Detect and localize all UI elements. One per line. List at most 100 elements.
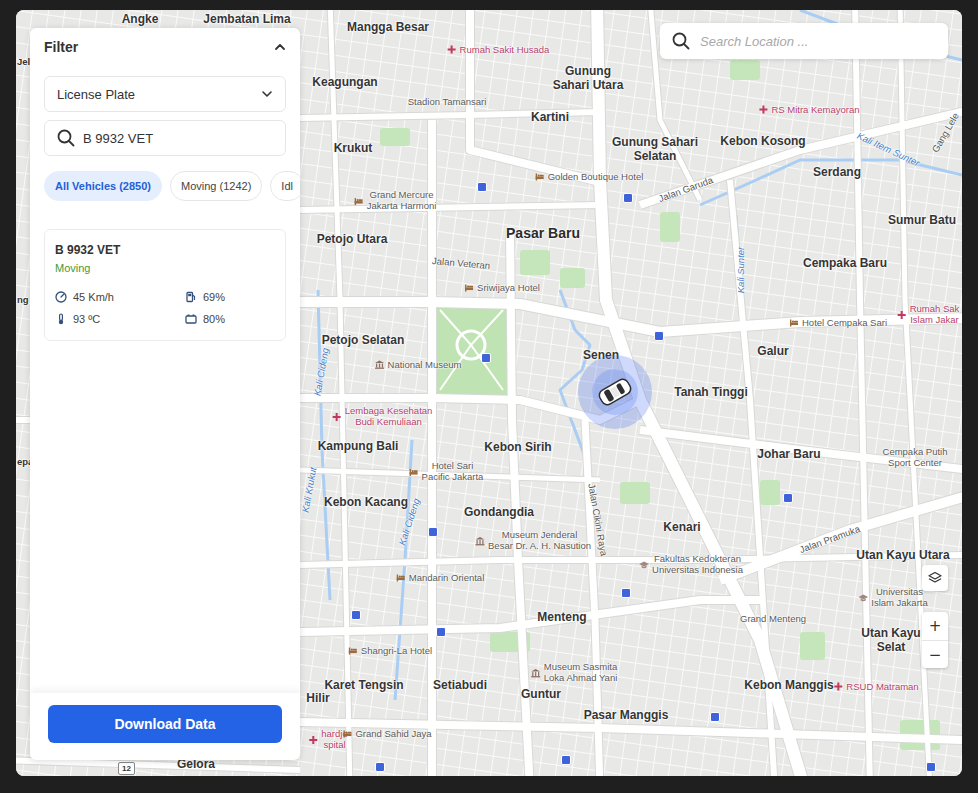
status-chip[interactable]: Idl (270, 171, 300, 201)
status-chips: All Vehicles (2850) Moving (1242) Idl (44, 171, 300, 201)
map-label: Karet Tengsin (324, 679, 403, 693)
layers-button[interactable] (922, 565, 948, 591)
status-chip[interactable]: Moving (1242) (170, 171, 262, 201)
road (470, 10, 600, 182)
park (730, 60, 760, 80)
transit-stop-icon[interactable] (654, 331, 664, 341)
road-casing (855, 10, 870, 776)
transit-stop-icon[interactable] (621, 588, 631, 598)
vehicle-card[interactable]: B 9932 VETMoving45 Km/h69%93 ºC80% (44, 229, 286, 341)
map-label: Petojo Utara (317, 233, 388, 247)
map-label: Jembatan Lima (203, 13, 290, 27)
transit-stop-icon[interactable] (477, 182, 487, 192)
vehicle-marker[interactable] (578, 355, 652, 429)
map-label: RSUD Matraman (833, 682, 918, 693)
filter-panel: Filter License Plate B 9932 VET All Vehicle… (30, 28, 300, 760)
filter-field-select[interactable]: License Plate (44, 76, 286, 112)
download-button[interactable]: Download Data (48, 705, 282, 743)
hotel-icon (409, 467, 419, 477)
hospital-icon (833, 682, 843, 692)
transit-stop-icon[interactable] (481, 353, 491, 363)
map-label: ng (17, 295, 29, 306)
map-label: Gondangdia (464, 506, 534, 520)
map-label: Kartini (531, 111, 569, 125)
park (380, 128, 410, 146)
map-label: hardjospital (308, 729, 347, 751)
speedometer-icon (55, 291, 67, 303)
map-label: UniversitasIslam Jakarta (858, 587, 928, 609)
road-casing (597, 10, 805, 776)
thermometer-icon (55, 313, 67, 325)
transit-stop-icon[interactable] (436, 627, 446, 637)
route-shield: 12 (118, 762, 135, 775)
road (330, 10, 350, 776)
page: Jembatan Lima Angke Mangga Besar Rumah Saki… (0, 0, 978, 793)
road (300, 205, 600, 210)
layers-icon (928, 571, 942, 585)
transit-stop-icon[interactable] (428, 527, 438, 537)
map-label: Kebon Manggis (744, 679, 833, 693)
road-casing (330, 10, 350, 776)
road (640, 110, 962, 205)
hospital-icon (447, 45, 457, 55)
map-label: Hilir (306, 692, 329, 706)
battery-icon (185, 313, 197, 325)
map-label: Museum SasmitaLoka Ahmad Yani (531, 662, 618, 684)
road-casing (640, 110, 962, 205)
transit-stop-icon[interactable] (351, 610, 361, 620)
map-label: Kebon Kacang (324, 496, 408, 510)
map-label: Mangga Besar (347, 21, 429, 35)
zoom-control: +− (922, 612, 948, 668)
transit-stop-icon[interactable] (561, 755, 571, 765)
hospital-icon (758, 105, 768, 115)
hotel-icon (342, 729, 352, 739)
map-label: Hotel SariPacific Jakarta (409, 461, 484, 483)
road-casing (300, 205, 600, 210)
map-label: Cempaka PutihSport Center (883, 447, 948, 469)
plate-search-input[interactable]: B 9932 VET (44, 120, 286, 156)
map-label: GunungSahari Utara (553, 65, 624, 93)
hospital-icon (897, 310, 907, 320)
school-icon (858, 593, 868, 603)
map-label: Shangri-La Hotel (348, 646, 432, 657)
zoom-in-button[interactable]: + (922, 612, 948, 640)
river (395, 440, 412, 700)
transit-stop-icon[interactable] (783, 493, 793, 503)
zoom-out-button[interactable]: − (922, 640, 948, 668)
park (560, 268, 585, 288)
road-casing (585, 420, 600, 776)
map-label: Johar Baru (757, 448, 820, 462)
transit-stop-icon[interactable] (623, 193, 633, 203)
map-label: Grand Sahid Jaya (342, 729, 431, 740)
map-label: RS Mitra Kemayoran (758, 105, 859, 116)
fuel-icon (185, 291, 197, 303)
map[interactable]: Jembatan Lima Angke Mangga Besar Rumah Saki… (16, 10, 962, 776)
map-label: Gunung SahariSelatan (612, 136, 698, 164)
transit-stop-icon[interactable] (375, 762, 385, 772)
transit-stop-icon[interactable] (926, 762, 936, 772)
speed-stat: 45 Km/h (55, 288, 185, 306)
park (620, 482, 650, 504)
map-label: Kali Sunter (736, 247, 747, 293)
map-label: Menteng (537, 611, 586, 625)
map-label: Grand Menteng (740, 614, 806, 625)
transit-stop-icon[interactable] (710, 712, 720, 722)
battery-stat: 80% (185, 310, 275, 328)
map-label: Petojo Selatan (322, 334, 405, 348)
map-label: Gelora (177, 758, 215, 772)
map-label: Pasar Baru (506, 225, 580, 241)
park (800, 632, 825, 660)
filter-header[interactable]: Filter (30, 28, 300, 65)
map-label: Fakultas KedokteranUniversitas Indonesia (639, 554, 743, 576)
school-icon (639, 560, 649, 570)
road-casing (16, 760, 300, 770)
hospital-icon (308, 735, 318, 745)
road (16, 760, 300, 770)
map-label: Angke (122, 13, 159, 27)
location-search[interactable]: Search Location ... (660, 23, 948, 59)
status-chip[interactable]: All Vehicles (2850) (44, 171, 162, 201)
map-label: Rumah Sakit Husada (447, 45, 550, 56)
car-icon (595, 375, 634, 409)
chevron-up-icon (274, 41, 286, 53)
map-label: Utan Kayu Utara (856, 549, 949, 563)
